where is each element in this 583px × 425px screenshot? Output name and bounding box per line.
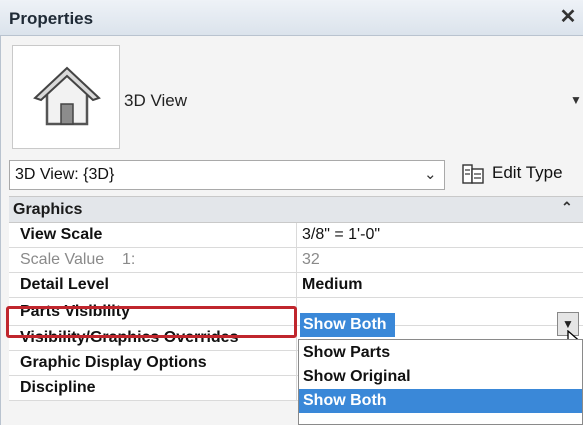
parts-visibility-dropdown: Show Parts Show Original Show Both bbox=[298, 339, 583, 425]
instance-selector[interactable]: 3D View: {3D} ⌄ bbox=[9, 160, 445, 190]
section-header-graphics[interactable]: Graphics ⌃ bbox=[9, 196, 583, 223]
type-dropdown-arrow-icon[interactable]: ▼ bbox=[570, 93, 582, 107]
property-value[interactable]: 3/8" = 1'-0" bbox=[297, 223, 583, 248]
property-value: 32 bbox=[302, 251, 320, 268]
property-value[interactable]: Medium bbox=[297, 273, 583, 298]
edit-type-icon bbox=[462, 164, 484, 184]
properties-titlebar: Properties ✕ bbox=[0, 0, 583, 36]
close-icon[interactable]: ✕ bbox=[558, 6, 578, 28]
collapse-icon[interactable]: ⌃ bbox=[561, 199, 573, 216]
edit-type-label: Edit Type bbox=[492, 163, 563, 182]
house-icon bbox=[33, 66, 101, 126]
dropdown-option-show-both[interactable]: Show Both bbox=[299, 389, 582, 413]
instance-selector-value: 3D View: {3D} bbox=[15, 166, 115, 183]
dropdown-option-show-original[interactable]: Show Original bbox=[299, 365, 582, 389]
property-row-scale-value: Scale Value 1: 32 bbox=[9, 248, 583, 273]
panel-title: Properties bbox=[9, 9, 94, 28]
type-thumbnail[interactable] bbox=[12, 45, 120, 149]
dropdown-option-show-parts[interactable]: Show Parts bbox=[299, 341, 582, 365]
property-name: View Scale bbox=[9, 223, 297, 248]
property-row-view-scale[interactable]: View Scale 3/8" = 1'-0" bbox=[9, 223, 583, 248]
property-name: Discipline bbox=[9, 376, 297, 401]
highlight-box bbox=[6, 306, 297, 338]
property-name: Scale Value 1: bbox=[9, 248, 297, 273]
section-label: Graphics bbox=[13, 201, 83, 218]
property-name: Graphic Display Options bbox=[9, 351, 297, 376]
type-name[interactable]: 3D View bbox=[124, 91, 187, 111]
property-name: Detail Level bbox=[9, 273, 297, 298]
parts-visibility-value[interactable]: Show Both bbox=[300, 313, 395, 337]
property-row-detail-level[interactable]: Detail Level Medium bbox=[9, 273, 583, 298]
edit-type-button[interactable]: Edit Type bbox=[452, 158, 580, 191]
chevron-down-icon: ⌄ bbox=[424, 166, 437, 183]
